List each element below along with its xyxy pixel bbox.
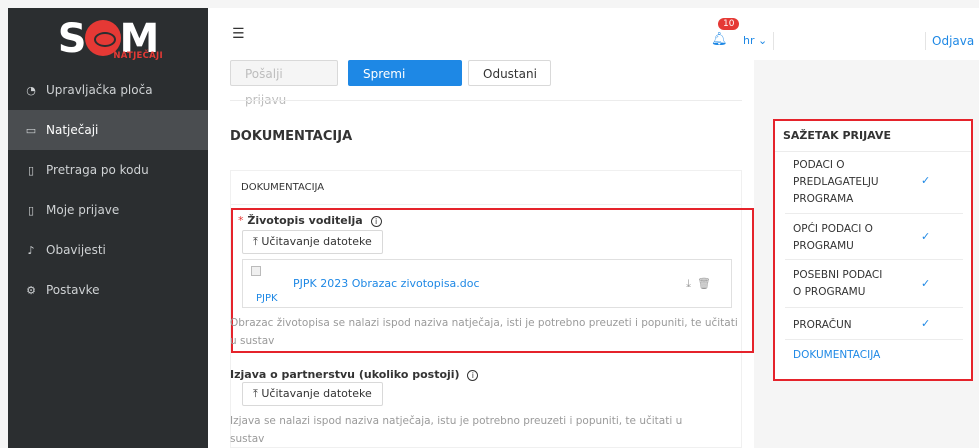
divider xyxy=(785,259,963,260)
field-hint: Izjava se nalazi ispod naziva natječaja,… xyxy=(230,415,683,445)
sidebar-item-label: Natječaji xyxy=(46,123,99,137)
document-edit-icon: ▯ xyxy=(27,203,35,217)
download-icon[interactable]: ⤓ xyxy=(686,277,697,290)
sidebar-item-tenders[interactable]: ▭ Natječaji xyxy=(8,110,208,150)
cancel-button[interactable]: Odustani xyxy=(468,60,551,86)
summary-item-specific-data[interactable]: POSEBNI PODACI O PROGRAMU xyxy=(793,267,893,301)
app-logo[interactable]: SM NATJEČAJI xyxy=(8,8,208,70)
sidebar-item-my-applications[interactable]: ▯ Moje prijave xyxy=(8,190,208,230)
divider xyxy=(785,213,963,214)
divider xyxy=(775,151,971,152)
summary-item-documentation[interactable]: DOKUMENTACIJA xyxy=(793,347,880,364)
field-label-partnership: Izjava o partnerstvu (ukoliko postoji) i xyxy=(230,368,479,381)
menu-collapse-icon[interactable]: ☰ xyxy=(232,26,245,42)
divider xyxy=(925,32,926,50)
summary-item-general-data[interactable]: OPĆI PODACI O PROGRAMU xyxy=(793,221,913,255)
bell-icon: ♪ xyxy=(27,243,35,257)
main-content: Pošalji prijavu Spremi prijavu Odustani … xyxy=(208,60,754,448)
field-label-cv: * Životopis voditelja i xyxy=(238,214,382,227)
gear-icon: ⚙ xyxy=(26,283,36,297)
logout-link[interactable]: Odjava xyxy=(932,34,974,48)
logo-subtitle: NATJEČAJI xyxy=(113,51,163,61)
sidebar-item-dashboard[interactable]: ◔ Upravljačka ploča xyxy=(8,70,208,110)
info-icon[interactable]: i xyxy=(467,369,479,381)
file-name-link[interactable]: PJPK 2023 Obrazac zivotopisa.doc xyxy=(293,277,480,290)
chevron-down-icon: ⌄ xyxy=(758,34,768,47)
trash-icon[interactable]: 🗑︎ xyxy=(697,277,717,290)
file-thumbnail-label: PJPK xyxy=(256,293,278,304)
document-icon: ▯ xyxy=(27,163,35,177)
divider xyxy=(230,100,742,101)
sidebar-item-label: Moje prijave xyxy=(46,203,120,217)
top-bar: ☰ 🔔︎ 10 hr ⌄ Odjava xyxy=(208,8,979,60)
file-thumbnail-icon xyxy=(251,266,261,276)
application-summary-panel: SAŽETAK PRIJAVE PODACI O PREDLAGATELJU P… xyxy=(773,119,973,381)
check-icon: ✓ xyxy=(921,230,931,243)
check-icon: ✓ xyxy=(921,277,931,290)
check-icon: ✓ xyxy=(921,317,931,330)
section-title: DOKUMENTACIJA xyxy=(230,129,353,144)
field-hint: Obrazac životopisa se nalazi ispod naziv… xyxy=(230,317,738,347)
required-mark: * xyxy=(238,214,244,227)
notification-bell-icon[interactable]: 🔔︎ xyxy=(711,32,728,47)
sidebar-item-settings[interactable]: ⚙ Postavke xyxy=(8,270,208,310)
summary-title: SAŽETAK PRIJAVE xyxy=(783,129,891,142)
summary-item-budget[interactable]: PRORAČUN xyxy=(793,317,852,334)
dashboard-icon: ◔ xyxy=(26,83,36,97)
info-icon[interactable]: i xyxy=(370,215,382,227)
summary-item-applicant[interactable]: PODACI O PREDLAGATELJU PROGRAMA xyxy=(793,157,913,208)
sidebar-item-search-by-code[interactable]: ▯ Pretraga po kodu xyxy=(8,150,208,190)
uploaded-file-item: PJPK PJPK 2023 Obrazac zivotopisa.doc ⤓🗑… xyxy=(242,259,732,308)
sidebar-item-label: Pretraga po kodu xyxy=(46,163,149,177)
save-application-button[interactable]: Spremi prijavu xyxy=(348,60,462,107)
upload-icon: ⤒ xyxy=(253,387,258,400)
folder-icon: ▭ xyxy=(25,123,37,137)
divider xyxy=(785,339,963,340)
sidebar-item-label: Postavke xyxy=(46,283,100,297)
language-selector[interactable]: hr ⌄ xyxy=(743,34,767,47)
sidebar-item-label: Upravljačka ploča xyxy=(46,83,153,97)
card-title: DOKUMENTACIJA xyxy=(231,171,741,205)
upload-icon: ⤒ xyxy=(253,235,258,248)
sidebar-item-label: Obavijesti xyxy=(46,243,106,257)
divider xyxy=(785,307,963,308)
divider xyxy=(773,32,774,50)
upload-partnership-button[interactable]: ⤒ Učitavanje datoteke xyxy=(242,382,383,406)
sidebar-item-notifications[interactable]: ♪ Obavijesti xyxy=(8,230,208,270)
notification-count-badge: 10 xyxy=(718,18,740,30)
upload-cv-button[interactable]: ⤒ Učitavanje datoteke xyxy=(242,230,383,254)
submit-application-button[interactable]: Pošalji prijavu xyxy=(230,60,338,107)
sidebar: SM NATJEČAJI ◔ Upravljačka ploča ▭ Natje… xyxy=(8,8,208,448)
check-icon: ✓ xyxy=(921,174,931,187)
